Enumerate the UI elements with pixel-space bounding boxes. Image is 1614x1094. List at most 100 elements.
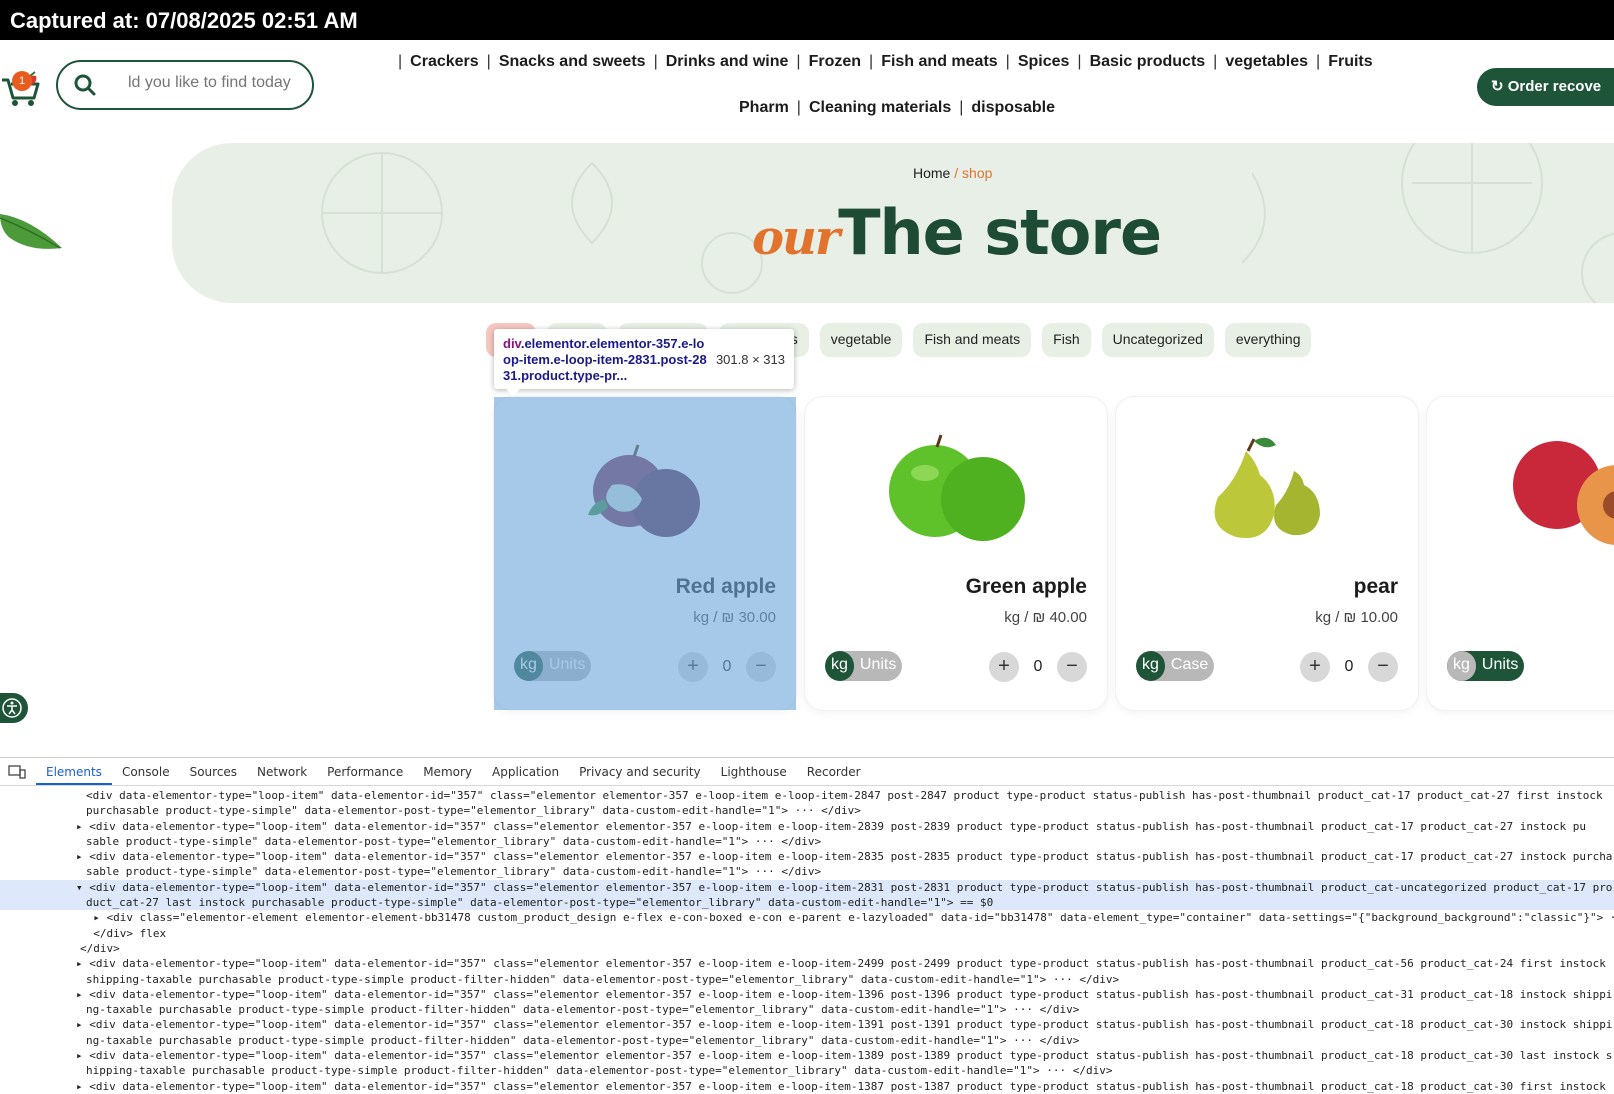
red-apple-image-icon	[588, 444, 700, 537]
devtools-tab-recorder[interactable]: Recorder	[797, 759, 871, 785]
devtools-tab-network[interactable]: Network	[247, 759, 317, 785]
quantity-stepper: + 0 −	[989, 652, 1087, 682]
devtools-tab-sources[interactable]: Sources	[180, 759, 247, 785]
green-apple-image-icon	[889, 434, 1025, 541]
unit-toggle[interactable]: kg Units	[825, 651, 903, 681]
unit-option-kg[interactable]: kg	[514, 651, 543, 681]
product-card[interactable]: pear kg / ₪ 10.00 kg Case + 0 −	[1116, 397, 1418, 710]
increase-button[interactable]: +	[989, 652, 1019, 682]
dom-line[interactable]: ▸ <div data-elementor-type="loop-item" d…	[0, 819, 1614, 834]
nav-item-fruits[interactable]: Fruits	[1328, 53, 1372, 71]
dom-line[interactable]: purchasable product-type-simple" data-el…	[0, 803, 1614, 818]
nav-item-fish-and-meats[interactable]: Fish and meats	[881, 53, 997, 71]
filter-pill-uncategorized[interactable]: Uncategorized	[1101, 323, 1214, 357]
unit-option-kg[interactable]: kg	[1447, 651, 1476, 681]
inspector-tooltip: div.elementor.elementor-357.e-loop-item.…	[494, 329, 794, 396]
dom-line[interactable]: ▸ <div class="elementor-element elemento…	[0, 910, 1614, 925]
dom-line[interactable]: ▸ <div data-elementor-type="loop-item" d…	[0, 1079, 1614, 1094]
quantity-value: 0	[722, 658, 732, 675]
dom-line[interactable]: ng-taxable purchasable product-type-simp…	[0, 1002, 1614, 1017]
devtools-tab-bar: Elements Console Sources Network Perform…	[0, 758, 1614, 786]
increase-button[interactable]: +	[678, 652, 708, 682]
devtools-panel: Elements Console Sources Network Perform…	[0, 757, 1614, 1093]
breadcrumb: Home / shop	[913, 165, 992, 181]
unit-option-units[interactable]: Units	[543, 651, 591, 681]
nav-item-disposable[interactable]: disposable	[971, 99, 1055, 117]
dom-line[interactable]: ▸ <div data-elementor-type="loop-item" d…	[0, 1017, 1614, 1032]
filter-pill-everything[interactable]: everything	[1224, 323, 1312, 357]
dom-line[interactable]: </div> flex	[0, 926, 1614, 941]
unit-toggle[interactable]: kg Units	[1447, 651, 1525, 681]
decrease-button[interactable]: −	[1368, 652, 1398, 682]
nav-item-vegetables[interactable]: vegetables	[1225, 53, 1308, 71]
devtools-tab-lighthouse[interactable]: Lighthouse	[711, 759, 797, 785]
unit-option-units[interactable]: Units	[854, 651, 902, 681]
dom-line[interactable]: ▸ <div data-elementor-type="loop-item" d…	[0, 956, 1614, 971]
devtools-tab-console[interactable]: Console	[112, 759, 180, 785]
dom-line-selected[interactable]: duct_cat-27 last instock purchasable pro…	[0, 895, 1614, 911]
unit-toggle[interactable]: kg Units	[514, 651, 592, 681]
product-name[interactable]: pear	[1354, 575, 1398, 599]
page-title: our The store	[752, 196, 1162, 269]
breadcrumb-separator: /	[950, 165, 963, 181]
nav-separator: |	[486, 53, 491, 70]
unit-option-kg[interactable]: kg	[825, 651, 854, 681]
nav-item-drinks-and-wine[interactable]: Drinks and wine	[666, 53, 789, 71]
main-nav-row-1: | Crackers | Snacks and sweets | Drinks an…	[390, 53, 1373, 71]
dom-line[interactable]: </div>	[0, 941, 1614, 956]
nav-item-basic-products[interactable]: Basic products	[1090, 53, 1206, 71]
dom-line[interactable]: sable product-type-simple" data-elemento…	[0, 864, 1614, 879]
product-price: kg / ₪ 40.00	[1004, 609, 1087, 626]
nav-separator: |	[959, 99, 964, 116]
devtools-tab-elements[interactable]: Elements	[36, 759, 112, 785]
nav-item-frozen[interactable]: Frozen	[809, 53, 861, 71]
cart-count-badge: 1	[12, 71, 32, 91]
nav-item-spices[interactable]: Spices	[1018, 53, 1070, 71]
breadcrumb-home-link[interactable]: Home	[913, 165, 950, 181]
devtools-tab-application[interactable]: Application	[482, 759, 569, 785]
dom-line[interactable]: hipping-taxable purchasable product-type…	[0, 1063, 1614, 1078]
dom-line[interactable]: ▸ <div data-elementor-type="loop-item" d…	[0, 849, 1614, 864]
nav-item-crackers[interactable]: Crackers	[410, 53, 479, 71]
decrease-button[interactable]: −	[746, 652, 776, 682]
accessibility-icon	[2, 698, 22, 718]
pear-image-icon	[1214, 437, 1320, 539]
product-card[interactable]: Red apple kg / ₪ 30.00 kg Units + 0 −	[494, 397, 796, 710]
site-header: 1 | Crackers | Snacks and sweets | Drinks …	[0, 40, 1614, 144]
filter-pill-fish[interactable]: Fish	[1042, 323, 1091, 357]
dom-line[interactable]: ng-taxable purchasable product-type-simp…	[0, 1033, 1614, 1048]
nav-item-cleaning-materials[interactable]: Cleaning materials	[809, 99, 951, 117]
accessibility-button[interactable]	[0, 693, 28, 723]
nav-item-pharm[interactable]: Pharm	[739, 99, 789, 117]
dom-line[interactable]: <div data-elementor-type="loop-item" dat…	[0, 788, 1614, 803]
devtools-tab-privacy[interactable]: Privacy and security	[569, 759, 711, 785]
dom-line[interactable]: sable product-type-simple" data-elemento…	[0, 834, 1614, 849]
cart-button[interactable]: 1	[0, 68, 42, 108]
filter-pill-vegetable[interactable]: vegetable	[819, 323, 903, 357]
dom-tree: <div data-elementor-type="loop-item" dat…	[0, 786, 1614, 1094]
product-name[interactable]: Red apple	[676, 575, 776, 599]
product-name[interactable]: Green apple	[966, 575, 1087, 599]
search-box[interactable]	[56, 60, 314, 110]
dom-line[interactable]: shipping-taxable purchasable product-typ…	[0, 972, 1614, 987]
dom-line[interactable]: ▸ <div data-elementor-type="loop-item" d…	[0, 987, 1614, 1002]
order-recovery-button[interactable]: ↻ Order recove	[1477, 68, 1614, 106]
unit-option-units[interactable]: Units	[1476, 651, 1524, 681]
nav-separator: |	[398, 53, 403, 70]
dom-line[interactable]: ▸ <div data-elementor-type="loop-item" d…	[0, 1048, 1614, 1063]
product-card[interactable]: Green apple kg / ₪ 40.00 kg Units + 0 −	[805, 397, 1107, 710]
unit-option-kg[interactable]: kg	[1136, 651, 1165, 681]
device-toolbar-icon[interactable]	[8, 764, 26, 779]
search-input[interactable]	[128, 74, 308, 92]
devtools-tab-memory[interactable]: Memory	[413, 759, 482, 785]
unit-option-case[interactable]: Case	[1165, 651, 1214, 681]
devtools-tab-performance[interactable]: Performance	[317, 759, 413, 785]
nav-item-snacks-and-sweets[interactable]: Snacks and sweets	[499, 53, 646, 71]
unit-toggle[interactable]: kg Case	[1136, 651, 1215, 681]
decrease-button[interactable]: −	[1057, 652, 1087, 682]
filter-pill-fish-and-meats[interactable]: Fish and meats	[913, 323, 1032, 357]
product-card[interactable]: kg Units	[1427, 397, 1614, 710]
nav-separator: |	[1316, 53, 1321, 70]
increase-button[interactable]: +	[1300, 652, 1330, 682]
dom-line-selected[interactable]: ▾ <div data-elementor-type="loop-item" d…	[0, 879, 1614, 896]
